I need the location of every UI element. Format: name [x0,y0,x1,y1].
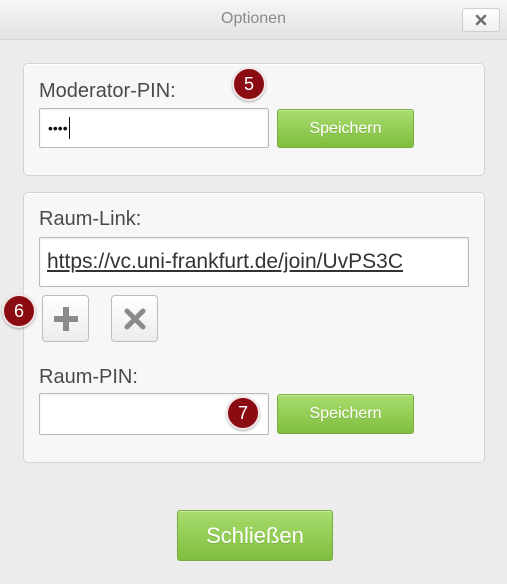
dialog-close-button[interactable] [462,8,500,32]
moderator-pin-value: •••• [48,120,68,136]
room-link-label: Raum-Link: [39,208,142,230]
options-dialog: Optionen Moderator-PIN: •••• Speichern R… [0,0,507,584]
moderator-pin-input[interactable]: •••• [39,108,269,148]
add-room-link-button[interactable] [42,295,89,342]
annotation-badge-7: 7 [226,396,260,430]
plus-icon [53,306,78,331]
close-icon [475,14,487,26]
dialog-title: Optionen [221,10,286,27]
room-pin-label: Raum-PIN: [39,366,138,388]
close-icon [124,308,145,329]
room-pin-save-button[interactable]: Speichern [277,394,414,434]
close-dialog-button[interactable]: Schließen [177,510,333,561]
room-link-value[interactable]: https://vc.uni-frankfurt.de/join/UvPS3C [47,250,403,274]
annotation-badge-6: 6 [2,294,36,328]
annotation-badge-5: 5 [232,67,266,101]
delete-room-link-button[interactable] [111,295,158,342]
room-link-field[interactable]: https://vc.uni-frankfurt.de/join/UvPS3C [39,237,469,287]
dialog-titlebar: Optionen [0,0,507,40]
moderator-pin-label: Moderator-PIN: [39,80,176,102]
moderator-pin-save-button[interactable]: Speichern [277,109,414,148]
text-caret [68,117,70,139]
